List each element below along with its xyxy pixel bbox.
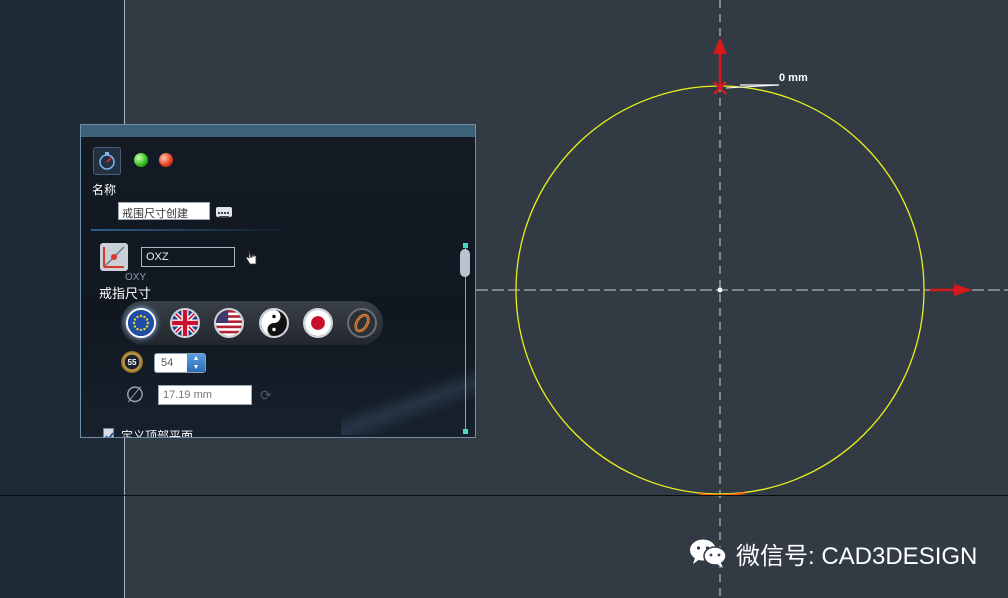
scrollbar-bottom-cap (463, 429, 468, 434)
spinner-arrows-icon[interactable]: ▲ ▼ (187, 354, 205, 372)
ring-size-panel: 名称 戒围尺寸创建 OXZ OXY 戒指尺寸 55 54 ▲ ▼ ∅ 17.19… (80, 124, 476, 438)
scrollbar-thumb[interactable] (460, 249, 470, 277)
size-select[interactable]: 54 ▲ ▼ (154, 353, 206, 373)
japan-flag[interactable] (303, 308, 333, 338)
size-value: 54 (161, 357, 174, 369)
dimension-label[interactable]: 0 mm (779, 72, 808, 84)
size-badge-icon: 55 (121, 351, 143, 373)
name-label: 名称 (92, 183, 117, 197)
red-status-icon[interactable] (159, 153, 173, 167)
top-plane-option-label: 定义顶部平面 (121, 429, 194, 438)
section-divider (91, 229, 296, 231)
uk-flag[interactable] (170, 308, 200, 338)
hand-cursor-icon (244, 249, 258, 265)
us-flag[interactable] (214, 308, 244, 338)
name-field[interactable]: 戒围尺寸创建 (118, 202, 210, 220)
watermark: 微信号: CAD3DESIGN (688, 536, 977, 570)
standard-selector (121, 301, 383, 345)
top-plane-checkbox[interactable] (103, 428, 114, 437)
plane-icon[interactable] (100, 243, 128, 271)
viewport-horizontal-line (0, 495, 1008, 496)
right-arrow-head (954, 284, 972, 296)
panel-background-streak (341, 365, 475, 435)
watermark-text: 微信号: CAD3DESIGN (736, 542, 978, 570)
ring[interactable] (347, 308, 377, 338)
ring-size-label: 戒指尺寸 (99, 286, 152, 301)
diameter-field[interactable]: 17.19 mm (158, 385, 252, 405)
eu-flag[interactable] (126, 308, 156, 338)
wechat-icon (690, 539, 727, 568)
compass-icon[interactable] (93, 147, 121, 175)
center-point (717, 287, 723, 293)
plane-field[interactable]: OXZ (141, 247, 235, 267)
up-arrow-head (713, 38, 727, 54)
keyboard-icon[interactable] (216, 207, 232, 218)
plane-sublabel: OXY (125, 272, 147, 283)
panel-titlebar[interactable] (81, 125, 475, 137)
yin-yang[interactable] (259, 308, 289, 338)
green-status-icon[interactable] (134, 153, 148, 167)
refresh-icon[interactable]: ⟳ (260, 388, 274, 402)
diameter-icon: ∅ (125, 382, 145, 407)
